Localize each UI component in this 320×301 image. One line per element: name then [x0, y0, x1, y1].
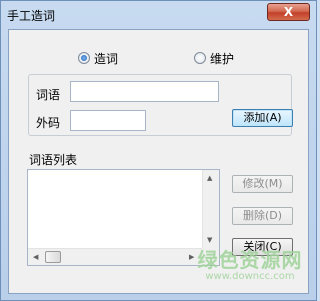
list-horizontal-scrollbar[interactable]: ◀ ▶	[28, 248, 202, 265]
delete-button[interactable]: 删除(D)	[232, 207, 293, 225]
window-title: 手工造词	[7, 9, 56, 23]
list-vertical-scrollbar[interactable]: ▲ ▼	[202, 170, 219, 248]
scroll-up-icon[interactable]: ▲	[207, 174, 212, 182]
word-list-label: 词语列表	[29, 153, 78, 167]
dialog-window: 手工造词 X 造词 维护 词语 外码 添加(A) 词语列表 ▲ ▼ ◀ ▶ 修改…	[0, 0, 317, 301]
add-button[interactable]: 添加(A)	[232, 109, 293, 127]
close-window-button[interactable]: X	[267, 3, 310, 21]
code-label: 外码	[36, 116, 61, 130]
watermark: 绿色资源网 www.downcc.com	[184, 249, 316, 283]
radio-maintain-label: 维护	[210, 51, 235, 66]
title-bar[interactable]: 手工造词 X	[1, 1, 316, 29]
code-input[interactable]	[70, 110, 146, 131]
radio-maintain[interactable]: 维护	[194, 50, 234, 66]
watermark-url: www.downcc.com	[205, 271, 295, 282]
modify-button[interactable]: 修改(M)	[232, 175, 293, 193]
word-label: 词语	[36, 88, 61, 102]
close-icon: X	[283, 5, 294, 19]
radio-selected-icon	[78, 52, 90, 64]
scroll-down-icon[interactable]: ▼	[207, 236, 212, 244]
watermark-title: 绿色资源网	[197, 248, 303, 272]
radio-create-word[interactable]: 造词	[78, 50, 118, 66]
word-input[interactable]	[70, 81, 219, 102]
radio-create-word-label: 造词	[94, 51, 119, 66]
radio-unselected-icon	[194, 52, 206, 64]
scroll-left-icon[interactable]: ◀	[33, 253, 38, 261]
horizontal-scroll-thumb[interactable]	[45, 251, 61, 263]
